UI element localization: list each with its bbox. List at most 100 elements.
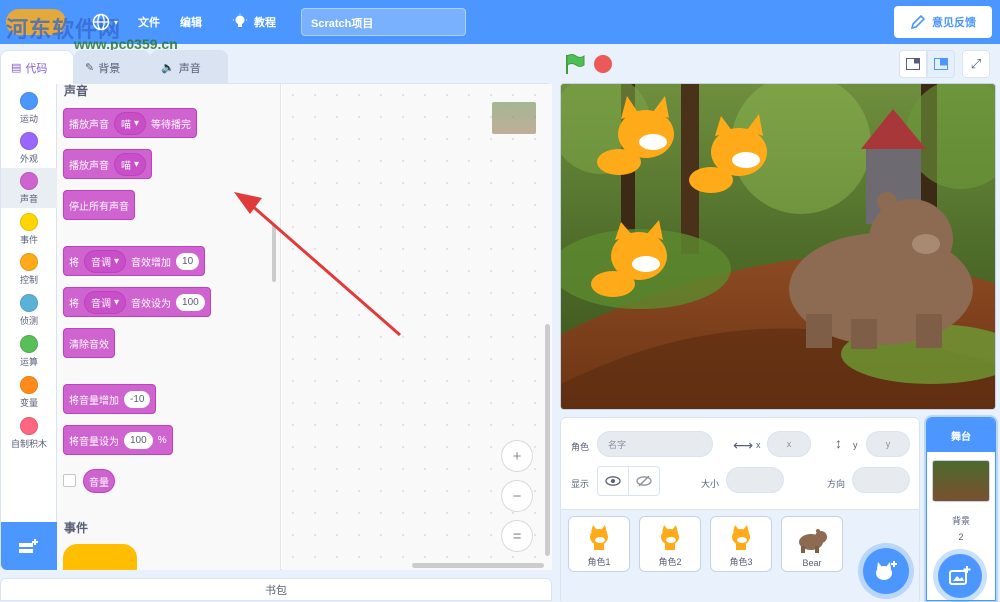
block-when-flag-clicked[interactable] — [63, 544, 137, 570]
number-input[interactable]: 100 — [176, 293, 205, 311]
category-dot-icon — [20, 171, 38, 190]
effect-dropdown[interactable]: 音调 ▾ — [84, 249, 127, 273]
sprite-tile[interactable]: 角色1 — [568, 516, 630, 572]
small-stage-icon — [906, 58, 920, 70]
tab-sounds-label: 声音 — [178, 62, 201, 75]
block-change-volume[interactable]: 将音量增加 -10 — [63, 384, 157, 414]
block-text: 等待播完 — [151, 119, 192, 131]
zoom-reset-icon: = — [512, 527, 522, 545]
zoom-reset-button[interactable]: = — [501, 520, 533, 552]
add-extension-button[interactable] — [1, 522, 57, 570]
number-input[interactable]: 10 — [176, 252, 200, 270]
category-sensing[interactable]: 侦测 — [1, 290, 57, 330]
section-events-heading: 事件 — [64, 521, 89, 535]
stop-icon[interactable] — [594, 55, 612, 73]
sound-dropdown[interactable]: 喵 ▾ — [114, 152, 147, 176]
category-label: 外观 — [19, 153, 38, 164]
edit-menu[interactable]: 编辑 — [180, 0, 202, 44]
workspace-vertical-scrollbar[interactable] — [545, 324, 550, 556]
sprite-tile[interactable]: Bear — [781, 516, 843, 572]
category-motion[interactable]: 运动 — [1, 88, 57, 128]
add-sprite-button[interactable] — [863, 548, 909, 594]
number-input[interactable]: -10 — [124, 390, 151, 408]
tutorials-button[interactable]: 教程 — [232, 0, 276, 44]
eye-icon — [605, 476, 621, 486]
block-set-volume[interactable]: 将音量设为 100 % — [63, 425, 173, 455]
stage-backdrop — [561, 84, 995, 409]
script-workspace[interactable]: + − = — [282, 84, 552, 570]
block-start-sound[interactable]: 播放声音 喵 ▾ — [63, 149, 153, 179]
x-input[interactable]: x — [767, 431, 811, 457]
number-input[interactable]: 100 — [124, 431, 153, 449]
block-play-sound-until-done[interactable]: 播放声音 喵 ▾ 等待播完 — [63, 108, 198, 138]
category-operators[interactable]: 运算 — [1, 331, 57, 371]
y-label: y — [853, 440, 858, 450]
block-text: 音效设为 — [131, 298, 172, 310]
category-label: 控制 — [19, 274, 38, 285]
language-menu[interactable]: ▾ — [92, 0, 118, 44]
direction-input[interactable] — [852, 467, 910, 493]
block-text: 将音量增加 — [69, 395, 119, 407]
volume-monitor-checkbox[interactable] — [63, 474, 76, 487]
block-clear-effects[interactable]: 清除音效 — [63, 328, 115, 358]
sprite-list: 角色1 角色2 角色3 Bear — [561, 510, 919, 602]
file-menu[interactable]: 文件 — [138, 0, 160, 44]
category-my-blocks[interactable]: 自制积木 — [1, 413, 57, 453]
palette-scrollbar[interactable] — [272, 224, 276, 282]
project-title-input[interactable]: Scratch项目 — [301, 8, 466, 36]
block-text: % — [157, 434, 167, 446]
zoom-in-button[interactable]: + — [501, 440, 533, 472]
menu-bar: 河东软件网 www.pc0359.cn ▾ 文件 编辑 教程 Scratch项目… — [0, 0, 1000, 52]
block-text: 将 — [69, 257, 79, 269]
tab-code[interactable]: ▤ 代码 — [0, 50, 74, 84]
stage[interactable] — [560, 83, 996, 410]
category-looks[interactable]: 外观 — [1, 128, 57, 168]
add-backdrop-button[interactable] — [938, 554, 982, 598]
sprite-tile[interactable]: 角色3 — [710, 516, 772, 572]
tab-backdrop[interactable]: ✎ 背景 — [74, 50, 150, 84]
sprite-tile[interactable]: 角色2 — [639, 516, 701, 572]
image-add-icon — [949, 566, 971, 585]
vertical-arrows-icon: ↕ — [835, 435, 842, 451]
backpack-label: 书包 — [265, 584, 287, 597]
fullscreen-button[interactable]: ⤢ — [962, 50, 990, 78]
horizontal-arrows-icon: ⟷ — [733, 437, 754, 453]
stage-selector[interactable]: 舞台 背景 2 — [926, 417, 996, 601]
sprite-name: 角色1 — [587, 557, 611, 567]
size-label: 大小 — [701, 479, 720, 489]
feedback-button[interactable]: 意见反馈 — [894, 6, 992, 38]
block-text: 音效增加 — [131, 257, 172, 269]
tab-sounds[interactable]: 🔈 声音 — [150, 50, 228, 84]
sprite-pane: 角色 名字 ⟷ x x ↕ y y 显示 大小 方向 角色1 角色2 角色3 B… — [560, 417, 920, 602]
small-stage-button[interactable] — [899, 50, 927, 78]
backpack[interactable]: 书包 — [0, 578, 552, 601]
sprite-name: 角色2 — [658, 557, 682, 567]
tab-backdrop-label: 背景 — [98, 62, 121, 75]
y-input[interactable]: y — [866, 431, 910, 457]
category-menu: 运动 外观 声音 事件 控制 侦测 运算 变量 自制积木 — [1, 84, 57, 522]
block-volume-reporter[interactable]: 音量 — [83, 469, 115, 493]
block-set-effect[interactable]: 将 音调 ▾ 音效设为 100 — [63, 287, 211, 317]
category-sound[interactable]: 声音 — [1, 168, 57, 208]
hide-sprite-button[interactable] — [628, 466, 660, 496]
workspace-horizontal-scrollbar[interactable] — [412, 563, 544, 568]
backdrop-thumbnail — [932, 460, 990, 502]
zoom-out-button[interactable]: − — [501, 480, 533, 512]
large-stage-button[interactable] — [927, 50, 955, 78]
code-icon: ▤ — [11, 62, 22, 74]
category-events[interactable]: 事件 — [1, 209, 57, 249]
green-flag-icon[interactable] — [562, 52, 586, 76]
sprite-name-input[interactable]: 名字 — [597, 431, 713, 457]
category-dot-icon — [20, 334, 38, 353]
block-stop-all-sounds[interactable]: 停止所有声音 — [63, 190, 135, 220]
category-variables[interactable]: 变量 — [1, 372, 57, 412]
effect-dropdown[interactable]: 音调 ▾ — [84, 290, 127, 314]
sound-dropdown[interactable]: 喵 ▾ — [114, 111, 147, 135]
block-change-effect[interactable]: 将 音调 ▾ 音效增加 10 — [63, 246, 206, 276]
show-sprite-button[interactable] — [597, 466, 629, 496]
category-control[interactable]: 控制 — [1, 249, 57, 289]
backdrops-label: 背景 — [951, 516, 970, 526]
block-text: 播放声音 — [69, 160, 109, 172]
size-input[interactable] — [726, 467, 784, 493]
category-label: 运算 — [19, 356, 38, 367]
